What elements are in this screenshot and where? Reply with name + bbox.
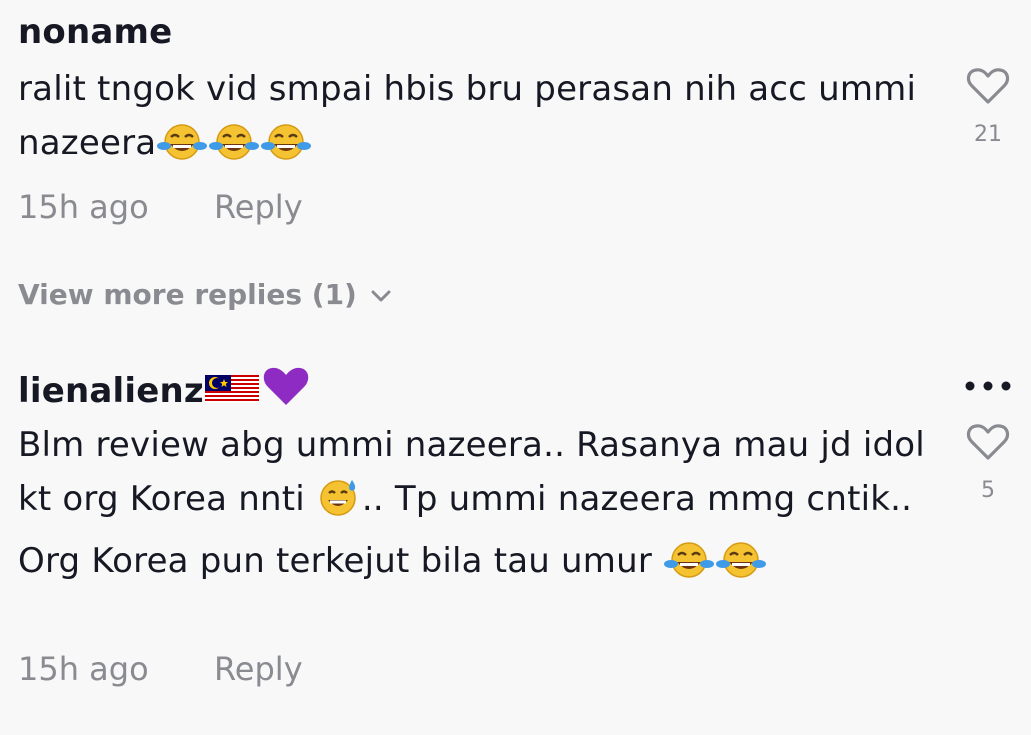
comments-screen: noname ralit tngok vid smpai hbis bru pe… [0, 0, 1031, 735]
heart-outline-icon [958, 422, 1018, 462]
purple-heart-icon [260, 364, 312, 417]
comment-time: 15h ago [18, 188, 149, 226]
view-more-label: View more replies (1) [18, 278, 357, 311]
more-options-button[interactable] [958, 378, 1018, 397]
comment-username[interactable]: lienalienz [18, 371, 204, 411]
comment-username[interactable]: noname [18, 12, 172, 52]
comment-username-row: lienalienz [18, 364, 312, 417]
comment-text: ralit tngok vid smpai hbis bru perasan n… [18, 62, 953, 178]
reply-button[interactable]: Reply [214, 188, 303, 226]
more-dots-icon [958, 378, 1018, 397]
like-count: 21 [974, 122, 1002, 147]
comment-text: Blm review abg ummi nazeera.. Rasanya ma… [18, 418, 953, 596]
laughing-tears-emoji-icon [208, 122, 260, 178]
laughing-tears-emoji-icon [715, 540, 767, 596]
grinning-sweat-emoji-icon [316, 476, 362, 534]
like-button[interactable]: 5 [958, 422, 1018, 503]
laughing-tears-emoji-icon [663, 540, 715, 596]
like-button[interactable]: 21 [958, 66, 1018, 147]
chevron-down-icon [357, 278, 393, 311]
malaysia-flag-icon [204, 372, 260, 415]
comment-meta: 15h ago Reply [18, 188, 303, 226]
comment-meta: 15h ago Reply [18, 650, 303, 688]
comment-text-content: ralit tngok vid smpai hbis bru perasan n… [18, 69, 917, 163]
comment-time: 15h ago [18, 650, 149, 688]
laughing-tears-emoji-icon [156, 122, 208, 178]
reply-button[interactable]: Reply [214, 650, 303, 688]
view-more-replies-button[interactable]: View more replies (1) [18, 278, 393, 311]
laughing-tears-emoji-icon [260, 122, 312, 178]
heart-outline-icon [958, 66, 1018, 106]
like-count: 5 [981, 478, 995, 503]
